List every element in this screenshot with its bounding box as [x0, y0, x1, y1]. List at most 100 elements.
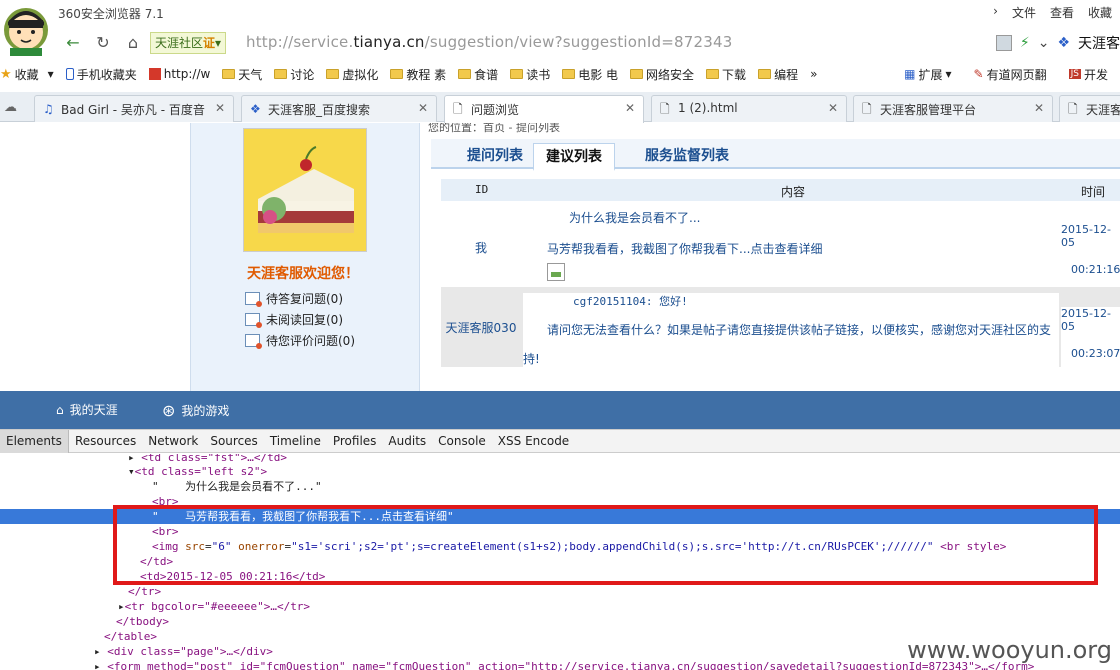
folder-icon: [630, 69, 644, 79]
cert-icon: 证: [203, 36, 216, 50]
address-row: ← ↻ ⌂ 天涯社区证▾ http://service.tianya.cn/su…: [0, 28, 1120, 58]
bottom-nav-bar: ⌂ 我的天涯 ⊛ 我的游戏: [0, 391, 1120, 429]
dom-line[interactable]: </table>: [104, 629, 157, 644]
clipboard-icon[interactable]: [995, 35, 1012, 51]
extensions-button[interactable]: ▦ 扩展 ▾: [904, 66, 951, 83]
bookmark-favorites[interactable]: ★ 收藏 ▾: [0, 66, 54, 83]
bookmark-folder-discuss[interactable]: 讨论: [274, 66, 314, 83]
expand-triangle-icon[interactable]: ▸: [128, 454, 135, 464]
dom-line[interactable]: " 为什么我是会员看不了...": [152, 479, 322, 494]
bookmark-mobile[interactable]: 手机收藏夹: [65, 66, 137, 83]
row-content: cgf20151104: 您好! 请问您无法查看什么？如果是帖子请您直接提供该帖…: [523, 293, 1059, 367]
close-icon[interactable]: ✕: [215, 101, 225, 115]
tab-label: 1 (2).html: [678, 101, 738, 115]
row-line2[interactable]: 马芳帮我看看，我截图了你帮我看下...点击查看详细: [523, 240, 1059, 257]
page-icon: 🗋: [453, 102, 463, 116]
gamepad-icon: ⊛: [162, 401, 176, 420]
refresh-icon[interactable]: ↻: [92, 32, 114, 54]
close-icon[interactable]: ✕: [625, 101, 635, 115]
breadcrumb: 您的位置：首页 - 提问列表: [428, 123, 560, 134]
devtools-tab-audits[interactable]: Audits: [382, 434, 432, 448]
devtools-tab-profiles[interactable]: Profiles: [327, 434, 383, 448]
bookmark-folder-tutorial[interactable]: 教程 素: [390, 66, 446, 83]
bookmark-folder-coding[interactable]: 编程: [758, 66, 798, 83]
tab-tianya[interactable]: 🗋 天涯客: [1059, 95, 1120, 122]
table-row: 天涯客服030 cgf20151104: 您好! 请问您无法查看什么？如果是帖子…: [441, 287, 1120, 367]
dropdown-icon[interactable]: ▾: [215, 36, 221, 50]
back-arrow-icon[interactable]: ←: [62, 32, 84, 54]
close-icon[interactable]: ✕: [1034, 101, 1044, 115]
bookmark-folder-weather[interactable]: 天气: [222, 66, 262, 83]
close-icon[interactable]: ✕: [418, 101, 428, 115]
expand-triangle-icon[interactable]: ▸: [94, 645, 101, 658]
bookmark-folder-recipes[interactable]: 食谱: [458, 66, 498, 83]
header-id: ID: [475, 183, 489, 196]
menu-file[interactable]: 文件: [1012, 4, 1036, 21]
pending-reply-icon: [245, 292, 262, 307]
devtools-tab-xss-encode[interactable]: XSS Encode: [492, 434, 575, 448]
devtools-tab-elements[interactable]: Elements: [0, 429, 69, 453]
unread-reply-icon: [245, 313, 262, 328]
bookmark-folder-virtual[interactable]: 虚拟化: [326, 66, 378, 83]
devtools-tab-network[interactable]: Network: [142, 434, 204, 448]
paw-icon: ❖: [250, 102, 261, 116]
url-field[interactable]: http://service.tianya.cn/suggestion/view…: [246, 33, 732, 51]
search-engine-input[interactable]: 天涯客: [1078, 33, 1120, 53]
cake-avatar-icon: [244, 129, 366, 251]
dom-line[interactable]: </tbody>: [116, 614, 169, 629]
chevron-down-icon[interactable]: ⌄: [1038, 35, 1050, 51]
pending-rating-link[interactable]: 待您评价问题(0): [245, 332, 355, 349]
dev-button[interactable]: JS 开发: [1068, 66, 1108, 83]
bookmark-folder-movies[interactable]: 电影 电: [562, 66, 618, 83]
dom-line[interactable]: ▸ <form method="post" id="fcmQuestion" n…: [94, 659, 1034, 670]
row-time: 2015-12-05 00:23:07: [1061, 307, 1120, 367]
page-icon: 🗋: [1068, 102, 1078, 116]
cloud-icon[interactable]: ☁: [4, 100, 20, 115]
pending-rating-icon: [245, 334, 262, 349]
bookmark-folder-books[interactable]: 读书: [510, 66, 550, 83]
tab-question-browse[interactable]: 🗋 问题浏览 ✕: [444, 95, 644, 123]
home-icon[interactable]: ⌂: [122, 32, 144, 54]
site-security-badge[interactable]: 天涯社区证▾: [150, 32, 227, 54]
bookmarks-more-button[interactable]: »: [810, 67, 817, 81]
close-icon[interactable]: ✕: [828, 101, 838, 115]
tab-supervision-list[interactable]: 服务监督列表: [633, 143, 741, 171]
lightning-icon[interactable]: ⚡: [1020, 35, 1030, 51]
devtools-tab-resources[interactable]: Resources: [69, 434, 142, 448]
dom-line[interactable]: </tr>: [128, 584, 161, 599]
expand-triangle-icon[interactable]: ▸: [94, 660, 101, 670]
folder-icon: [562, 69, 576, 79]
pending-reply-link[interactable]: 待答复问题(0): [245, 290, 343, 307]
tab-suggestion-list[interactable]: 建议列表: [533, 143, 615, 171]
bookmark-folder-download[interactable]: 下载: [706, 66, 746, 83]
devtools-tab-sources[interactable]: Sources: [204, 434, 263, 448]
bookmark-folder-security[interactable]: 网络安全: [630, 66, 694, 83]
tab-question-list[interactable]: 提问列表: [455, 143, 535, 171]
row-date: 2015-12-05: [1061, 223, 1111, 249]
page-icon: 🗋: [660, 102, 670, 116]
unread-reply-link[interactable]: 未阅读回复(0): [245, 311, 343, 328]
dom-line[interactable]: ▸ <div class="page">…</div>: [94, 644, 273, 659]
devtools-tab-timeline[interactable]: Timeline: [264, 434, 327, 448]
paw-icon[interactable]: ❖: [1057, 35, 1070, 51]
menu-favorites[interactable]: 收藏: [1088, 4, 1112, 21]
tab-label: 天涯客服管理平台: [880, 103, 977, 117]
collapse-triangle-icon[interactable]: ▾: [128, 465, 135, 478]
menu-chevron-icon[interactable]: ›: [993, 4, 998, 21]
tab-html-file[interactable]: 🗋 1 (2).html ✕: [651, 95, 847, 122]
devtools-tab-console[interactable]: Console: [432, 434, 492, 448]
my-games-link[interactable]: ⊛ 我的游戏: [162, 401, 229, 420]
tab-baidu-search[interactable]: ❖ 天涯客服_百度搜索 ✕: [241, 95, 437, 122]
dom-line[interactable]: ▾<td class="left s2">: [128, 464, 267, 479]
tab-service-platform[interactable]: 🗋 天涯客服管理平台 ✕: [853, 95, 1053, 122]
dom-line[interactable]: ▸<tr bgcolor="#eeeeee">…</tr>: [118, 599, 310, 614]
my-tianya-link[interactable]: ⌂ 我的天涯: [56, 401, 118, 418]
tab-bad-girl[interactable]: ♫ Bad Girl - 吴亦凡 - 百度音 ✕: [34, 95, 234, 122]
youdao-translate-button[interactable]: ✎ 有道网页翻: [974, 66, 1047, 83]
menu-view[interactable]: 查看: [1050, 4, 1074, 21]
top-menu: › 文件 查看 收藏: [993, 4, 1112, 21]
page-icon: 🗋: [862, 102, 872, 116]
bookmark-http[interactable]: http://w: [148, 67, 210, 81]
row-line3: 持!: [523, 352, 540, 366]
expand-triangle-icon[interactable]: ▸: [118, 600, 125, 613]
